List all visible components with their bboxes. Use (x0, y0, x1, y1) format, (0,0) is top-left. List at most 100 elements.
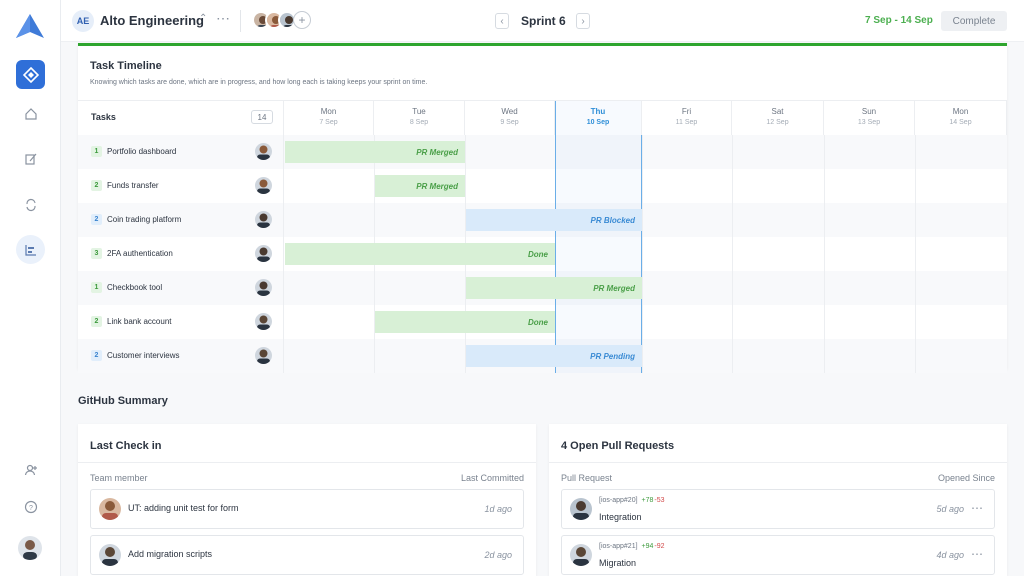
workspace-badge[interactable]: AE (72, 10, 94, 32)
assignee-avatar[interactable] (255, 177, 272, 194)
commit-time: 1d ago (484, 504, 512, 514)
task-name[interactable]: Link bank account (107, 317, 172, 326)
story-points-badge: 2 (91, 214, 102, 225)
task-timeline-card: Task Timeline Knowing which tasks are do… (78, 43, 1007, 373)
pull-request-item[interactable]: [ios-app#20] +78-53 Integration 5d ago ⋯ (561, 489, 995, 529)
check-in-item[interactable]: Add migration scripts 2d ago (90, 535, 524, 575)
pr-title: Migration (599, 558, 637, 568)
assignee-avatar[interactable] (255, 211, 272, 228)
last-check-in-panel: Last Check in Team member Last Committed… (78, 424, 536, 576)
panel-divider (549, 462, 1007, 463)
grid-line (915, 135, 916, 373)
day-column-header: Mon 7 Sep (284, 101, 374, 135)
day-column-header: Fri 11 Sep (642, 101, 732, 135)
top-header: AE Alto Engineering ⌃ ⋯ + ‹ Sprint 6 › 7… (61, 0, 1024, 42)
assignee-avatar[interactable] (255, 313, 272, 330)
pr-repo: [ios-app#21] (599, 543, 638, 550)
pr-opened-since: 4d ago (936, 550, 964, 560)
pr-deletions: -92 (654, 543, 665, 550)
author-avatar (570, 544, 592, 566)
complete-sprint-button[interactable]: Complete (941, 11, 1007, 31)
team-member-column-header: Team member (90, 473, 148, 483)
header-divider (240, 10, 241, 32)
sync-icon[interactable] (16, 190, 45, 219)
prev-sprint-button[interactable]: ‹ (495, 13, 509, 29)
story-points-badge: 2 (91, 316, 102, 327)
timeline-icon[interactable] (16, 235, 45, 264)
task-cell: 2 Funds transfer (78, 169, 284, 203)
task-status-bar[interactable]: PR Merged (466, 277, 642, 299)
add-user-icon[interactable] (16, 455, 45, 484)
panel-divider (78, 462, 536, 463)
task-name[interactable]: Portfolio dashboard (107, 147, 176, 156)
story-points-badge: 1 (91, 146, 102, 157)
team-members: + (252, 11, 311, 31)
pr-additions: +78 (641, 497, 654, 504)
task-status-bar[interactable]: Done (375, 311, 555, 333)
day-date: 14 Sep (949, 119, 972, 126)
pr-more-icon[interactable]: ⋯ (971, 547, 984, 561)
day-date: 11 Sep (675, 119, 698, 126)
day-name: Mon (320, 107, 337, 116)
task-cell: 1 Portfolio dashboard (78, 135, 284, 169)
assignee-avatar[interactable] (255, 347, 272, 364)
home-icon[interactable] (16, 99, 45, 128)
day-column-header: Mon 14 Sep (915, 101, 1007, 135)
task-status-bar[interactable]: Done (285, 243, 555, 265)
commit-message: Add migration scripts (128, 549, 213, 559)
grid-line (824, 135, 825, 373)
author-avatar (570, 498, 592, 520)
day-date: 13 Sep (857, 119, 881, 126)
user-avatar[interactable] (18, 536, 42, 560)
help-icon[interactable]: ? (16, 492, 45, 521)
timeline-title: Task Timeline (90, 60, 162, 72)
story-points-badge: 2 (91, 180, 102, 191)
sprint-board-icon[interactable] (16, 60, 45, 89)
last-check-in-title: Last Check in (90, 440, 162, 452)
next-sprint-button[interactable]: › (576, 13, 590, 29)
task-name[interactable]: Coin trading platform (107, 215, 181, 224)
tasks-column-header: Tasks 14 (78, 101, 284, 135)
day-column-header: Thu 10 Sep (555, 101, 642, 135)
task-status-bar[interactable]: PR Blocked (466, 209, 642, 231)
day-name: Fri (681, 107, 692, 116)
pull-request-item[interactable]: [ios-app#21] +94-92 Migration 4d ago ⋯ (561, 535, 995, 575)
task-status-bar[interactable]: PR Merged (375, 175, 465, 197)
grid-line (642, 135, 643, 373)
tasks-label: Tasks (91, 112, 116, 122)
assignee-avatar[interactable] (255, 143, 272, 160)
task-name[interactable]: Funds transfer (107, 181, 159, 190)
day-date: 9 Sep (500, 119, 519, 126)
add-member-button[interactable]: + (293, 11, 311, 29)
task-row[interactable]: 2 Funds transfer (78, 169, 1007, 203)
task-status-bar[interactable]: PR Merged (285, 141, 465, 163)
assignee-avatar[interactable] (255, 279, 272, 296)
task-cell: 3 2FA authentication (78, 237, 284, 271)
task-name[interactable]: 2FA authentication (107, 249, 173, 258)
day-date: 10 Sep (586, 119, 610, 126)
task-row[interactable]: 1 Portfolio dashboard (78, 135, 1007, 169)
open-pull-requests-panel: 4 Open Pull Requests Pull Request Opened… (549, 424, 1007, 576)
assignee-avatar[interactable] (255, 245, 272, 262)
workspace-switch-icon[interactable]: ⌃ (199, 13, 207, 24)
day-column-header: Tue 8 Sep (374, 101, 465, 135)
day-column-header: Wed 9 Sep (465, 101, 555, 135)
edit-icon[interactable] (16, 144, 45, 173)
grid-line (732, 135, 733, 373)
task-status-bar[interactable]: PR Pending (466, 345, 642, 367)
sprint-date-range: 7 Sep - 14 Sep (865, 15, 933, 26)
task-cell: 2 Customer interviews (78, 339, 284, 373)
day-date: 12 Sep (766, 119, 789, 126)
day-name: Thu (590, 107, 606, 116)
pr-additions: +94 (641, 543, 654, 550)
workspace-name[interactable]: Alto Engineering (100, 13, 204, 28)
pr-reference: [ios-app#21] +94-92 (599, 543, 665, 550)
sidebar: ? (0, 0, 61, 576)
check-in-item[interactable]: UT: adding unit test for form 1d ago (90, 489, 524, 529)
task-name[interactable]: Checkbook tool (107, 283, 162, 292)
task-name[interactable]: Customer interviews (107, 351, 179, 360)
more-options-icon[interactable]: ⋯ (216, 10, 231, 27)
pr-more-icon[interactable]: ⋯ (971, 501, 984, 515)
logo-icon[interactable] (14, 12, 46, 40)
svg-text:?: ? (29, 505, 33, 512)
